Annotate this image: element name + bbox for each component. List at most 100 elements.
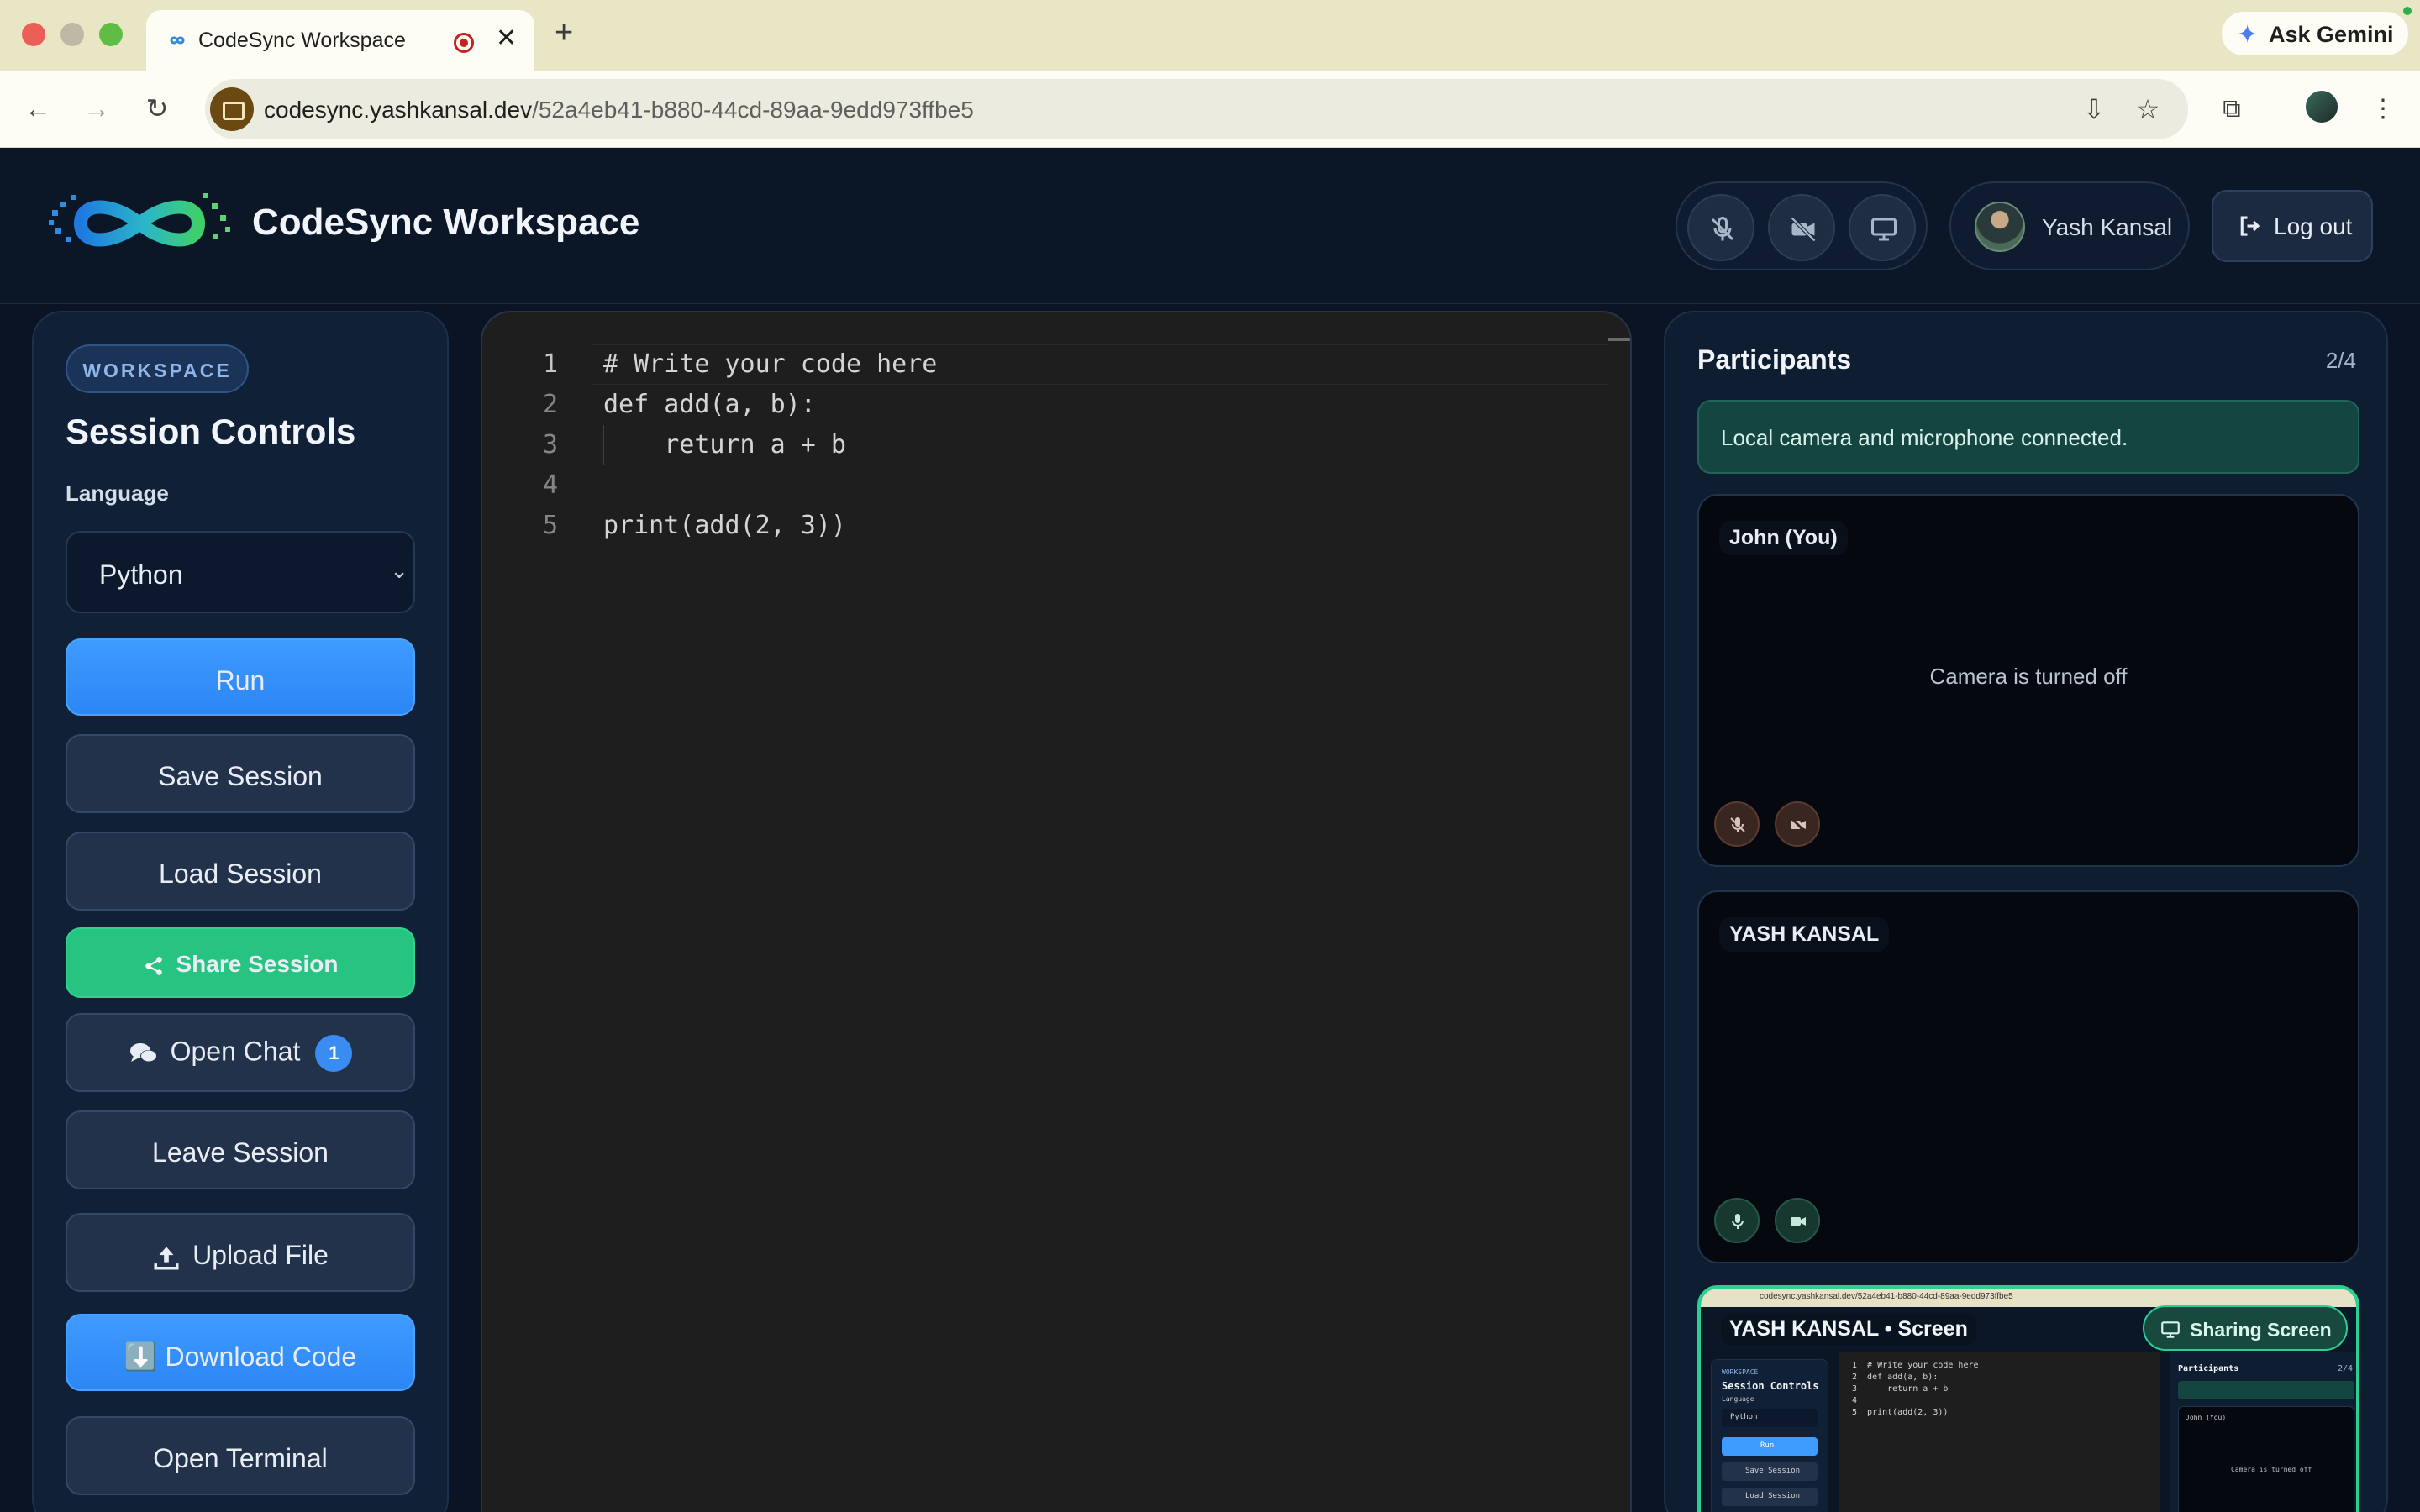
tab-close-icon[interactable]: ✕ [496, 24, 517, 53]
screen-share-button[interactable] [1849, 194, 1916, 261]
tab-search-icon[interactable]: ⧉ [2215, 92, 2249, 126]
line-number: 3 [542, 430, 558, 459]
browser-menu-icon[interactable]: ⋮ [2366, 92, 2400, 126]
session-controls-panel: WORKSPACE Session Controls Language Pyth… [32, 311, 449, 1512]
new-tab-icon[interactable]: + [555, 15, 573, 51]
language-label: Language [66, 480, 169, 506]
microphone-icon [1732, 1214, 1744, 1229]
share-icon [145, 956, 162, 975]
run-button[interactable]: Run [66, 638, 415, 716]
language-select-value: Python [99, 559, 183, 590]
line-number: 5 [542, 511, 558, 540]
app-title: CodeSync Workspace [252, 202, 640, 243]
browser-profile-avatar[interactable] [2304, 89, 2339, 124]
code-line[interactable]: 3 return a + b [482, 425, 1575, 465]
gemini-label: Ask Gemini [2269, 22, 2394, 47]
sharing-screen-badge: Sharing Screen [2143, 1305, 2348, 1351]
code-line[interactable]: 4 [482, 465, 1575, 506]
recording-indicator-icon [454, 33, 474, 53]
gemini-sparkle-icon: ✦ [2237, 21, 2259, 49]
indent-guide [603, 425, 604, 465]
camera-off-icon [1790, 216, 1817, 243]
upload-file-button[interactable]: Upload File [66, 1213, 415, 1292]
participants-panel: Participants 2/4 Local camera and microp… [1664, 311, 2388, 1512]
camera-toggle-button[interactable] [1768, 194, 1835, 261]
code-text: def add(a, b): [603, 390, 816, 419]
language-select[interactable]: Python ⌄ [66, 531, 415, 613]
open-terminal-button[interactable]: Open Terminal [66, 1416, 415, 1495]
install-app-icon[interactable]: ⇩ [2079, 94, 2109, 124]
participants-count: 2/4 [2325, 348, 2356, 373]
save-session-button[interactable]: Save Session [66, 734, 415, 813]
microphone-off-icon [1730, 817, 1745, 832]
address-bar[interactable]: codesync.yashkansal.dev/52a4eb41-b880-44… [205, 79, 2188, 139]
bookmark-star-icon[interactable]: ☆ [2133, 94, 2163, 124]
workspace-badge: WORKSPACE [66, 344, 249, 393]
line-number: 1 [542, 349, 558, 379]
local-mic-status[interactable] [1714, 801, 1760, 847]
local-camera-status[interactable] [1775, 801, 1820, 847]
code-line[interactable]: 1 # Write your code here [482, 344, 1575, 385]
user-avatar [1975, 202, 2025, 252]
microphone-off-icon [1711, 217, 1734, 241]
participants-title: Participants [1697, 344, 1852, 375]
shared-screen-participants: Participants 2/4 John (You) Camera is tu… [2170, 1352, 2356, 1512]
browser-tab-active[interactable]: CodeSync Workspace ✕ [146, 10, 534, 71]
browser-tabstrip: CodeSync Workspace ✕ + ✦ Ask Gemini [0, 0, 2420, 71]
ask-gemini-button[interactable]: ✦ Ask Gemini [2222, 12, 2408, 55]
reload-icon[interactable]: ↻ [136, 87, 178, 129]
codesync-logo-icon [49, 193, 230, 247]
screen-share-name: YASH KANSAL • Screen [1721, 1314, 1976, 1345]
chevron-down-icon: ⌄ [390, 558, 408, 583]
camera-off-icon [1789, 816, 1807, 834]
unread-chat-badge: 1 [315, 1035, 353, 1072]
monitor-icon [1871, 218, 1897, 241]
window-minimize-button[interactable] [60, 23, 84, 46]
camera-off-message: Camera is turned off [1929, 664, 2128, 689]
forward-arrow-icon[interactable]: → [76, 87, 118, 129]
code-line[interactable]: 2 def add(a, b): [482, 385, 1575, 425]
chat-bubbles-icon [129, 1043, 157, 1062]
window-maximize-button[interactable] [99, 23, 123, 46]
media-status-banner: Local camera and microphone connected. [1697, 400, 2360, 474]
remote-camera-status[interactable] [1775, 1198, 1820, 1243]
code-line[interactable]: 5 print(add(2, 3)) [482, 506, 1575, 546]
back-arrow-icon[interactable]: ← [17, 87, 59, 129]
shared-screen-chrome: codesync.yashkansal.dev/52a4eb41-b880-44… [1701, 1289, 2356, 1307]
local-participant-name: John (You) [1719, 521, 1848, 555]
logout-icon [2240, 216, 2260, 236]
user-name: Yash Kansal [2042, 214, 2173, 240]
browser-toolbar: ← → ↻ codesync.yashkansal.dev/52a4eb41-b… [0, 71, 2420, 148]
line-number: 4 [542, 470, 558, 500]
screen-share-tile[interactable]: codesync.yashkansal.dev/52a4eb41-b880-44… [1697, 1285, 2360, 1512]
open-chat-button[interactable]: Open Chat 1 [66, 1013, 415, 1092]
window-close-button[interactable] [22, 23, 45, 46]
infinity-favicon-icon [170, 36, 185, 45]
leave-session-button[interactable]: Leave Session [66, 1110, 415, 1189]
code-text: print(add(2, 3)) [603, 511, 846, 540]
line-number: 2 [542, 390, 558, 419]
code-text: return a + b [603, 430, 846, 459]
tab-title: CodeSync Workspace [198, 29, 406, 52]
logout-button[interactable]: Log out [2212, 190, 2373, 262]
editor-scrollbar[interactable] [1608, 338, 1630, 341]
remote-participant-name: YASH KANSAL [1719, 917, 1890, 952]
remote-video-tile: YASH KANSAL [1697, 890, 2360, 1263]
logout-label: Log out [2274, 213, 2353, 239]
user-profile-chip[interactable]: Yash Kansal [1949, 181, 2190, 270]
shared-screen-editor: 1 # Write your code here 2 def add(a, b)… [1839, 1352, 2160, 1512]
mute-microphone-button[interactable] [1687, 194, 1754, 261]
share-session-button[interactable]: Share Session [66, 927, 415, 998]
app-header: CodeSync Workspace Yash Kansal Log out [0, 148, 2420, 304]
upload-icon [154, 1246, 179, 1270]
monitor-icon [2161, 1321, 2180, 1338]
code-editor[interactable]: 1 # Write your code here 2 def add(a, b): 3 … [481, 311, 1632, 1512]
remote-mic-status[interactable] [1714, 1198, 1760, 1243]
media-controls [1676, 181, 1928, 270]
code-text: # Write your code here [603, 349, 938, 379]
download-code-button[interactable]: ⬇️ Download Code [66, 1314, 415, 1391]
load-session-button[interactable]: Load Session [66, 832, 415, 911]
session-controls-title: Session Controls [66, 412, 356, 451]
site-info-camera-icon[interactable] [210, 87, 254, 131]
url-text[interactable]: codesync.yashkansal.dev/52a4eb41-b880-44… [264, 97, 974, 123]
